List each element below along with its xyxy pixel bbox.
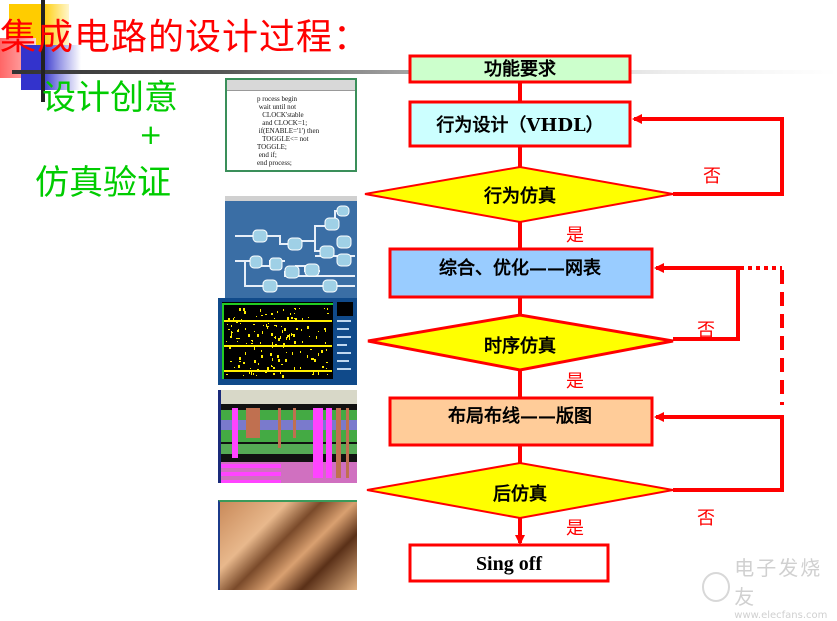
node-label: 行为仿真 [483, 185, 556, 207]
node-behavioral-design: 行为设计（VHDL） [408, 100, 632, 148]
node-label: 综合、优化——网表 [439, 257, 602, 279]
design-flowchart: 功能要求 行为设计（VHDL） 行为仿真 综合、优化——网表 时序仿真 布局布线… [364, 54, 784, 583]
node-functional-requirements: 功能要求 [408, 54, 632, 84]
watermark-logo-icon [702, 571, 731, 602]
label-yes-post: 是 [566, 518, 584, 539]
node-synthesis-netlist: 综合、优化——网表 [388, 247, 654, 299]
node-label: Sing off [476, 553, 542, 575]
label-no-post: 否 [697, 508, 715, 529]
edge-d3-n4-feedback [654, 412, 784, 492]
node-sign-off: Sing off [408, 543, 610, 583]
node-label: 功能要求 [484, 58, 557, 80]
watermark: 电子发烧友 www.elecfans.com [702, 552, 837, 621]
watermark-name: 电子发烧友 [734, 556, 823, 609]
label-yes-behavioral: 是 [566, 225, 584, 246]
label-no-behavioral: 否 [703, 166, 721, 187]
decision-timing-simulation: 时序仿真 [367, 313, 674, 372]
watermark-url: www.elecfans.com [734, 610, 828, 621]
decision-behavioral-simulation: 行为仿真 [364, 165, 674, 224]
node-place-route-layout: 布局布线——版图 [388, 396, 654, 447]
node-label: 布局布线——版图 [448, 405, 592, 427]
label-yes-timing: 是 [566, 371, 584, 392]
node-label: 时序仿真 [484, 335, 556, 357]
node-label: 行为设计（VHDL） [435, 114, 603, 136]
decision-post-simulation: 后仿真 [366, 461, 674, 520]
node-label: 后仿真 [493, 483, 547, 505]
label-no-timing: 否 [697, 320, 715, 341]
